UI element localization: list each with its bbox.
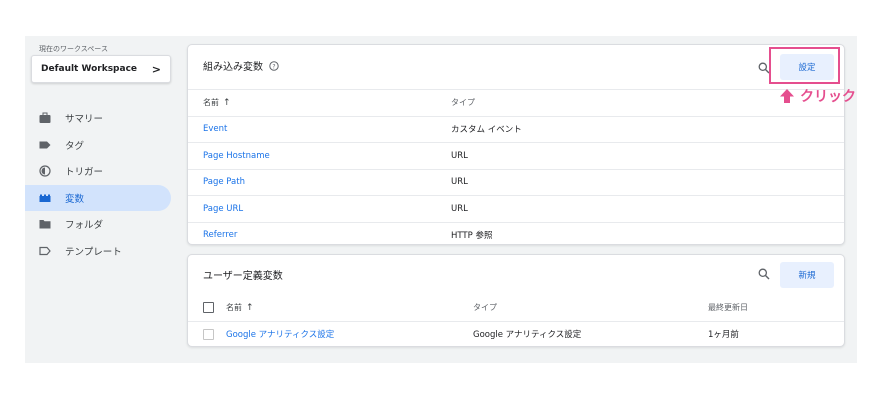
table-row: Google アナリティクス設定 Google アナリティクス設定 1ヶ月前 <box>188 320 844 348</box>
table-row: Event カスタム イベント <box>188 115 844 143</box>
sidebar-item-folders[interactable]: フォルダ <box>25 211 171 238</box>
card-title-text: 組み込み変数 <box>203 62 263 73</box>
sidebar-item-templates[interactable]: テンプレート <box>25 238 171 265</box>
table-row: Referrer HTTP 参照 <box>188 221 844 249</box>
workspace-label: 現在のワークスペース <box>39 45 108 53</box>
briefcase-icon <box>38 112 52 124</box>
variable-link[interactable]: Page Hostname <box>203 151 270 161</box>
chevron-right-icon: > <box>151 62 161 76</box>
column-header-type: タイプ <box>451 98 475 108</box>
new-variable-button[interactable]: 新規 <box>780 262 834 288</box>
user-defined-variables-title: ユーザー定義変数 <box>203 271 283 282</box>
variable-updated: 1ヶ月前 <box>708 330 739 341</box>
help-icon[interactable]: ? <box>269 60 279 71</box>
sidebar-item-label: 変数 <box>65 193 85 205</box>
svg-text:?: ? <box>272 63 275 70</box>
variable-type: カスタム イベント <box>451 125 522 136</box>
variable-type: HTTP 参照 <box>451 231 493 242</box>
sidebar-item-label: トリガー <box>65 167 104 179</box>
template-icon <box>38 245 52 257</box>
tag-icon <box>38 139 52 151</box>
variable-link[interactable]: Google アナリティクス設定 <box>226 328 334 340</box>
sidebar-item-summary[interactable]: サマリー <box>25 105 171 132</box>
table-row: Page Path URL <box>188 168 844 196</box>
variable-link[interactable]: Page URL <box>203 204 243 214</box>
sidebar-item-label: タグ <box>65 140 85 152</box>
select-all-checkbox[interactable] <box>203 301 214 313</box>
sort-arrow-icon: ↑ <box>246 302 254 313</box>
variable-type: URL <box>451 203 468 214</box>
workspace-name: Default Workspace <box>41 64 138 74</box>
sidebar-item-variables[interactable]: 変数 <box>25 184 171 211</box>
sidebar-item-label: フォルダ <box>65 220 104 232</box>
sidebar-nav: サマリー タグ トリガー 変数 フォルダ テンプレート <box>25 105 171 264</box>
user-defined-variables-card: ユーザー定義変数 新規 名前 ↑ タイプ 最終更新日 Google アナリティクス… <box>187 254 845 347</box>
sidebar-item-tags[interactable]: タグ <box>25 132 171 159</box>
sidebar-item-label: サマリー <box>65 114 104 126</box>
sidebar-item-label: テンプレート <box>65 246 122 258</box>
gtm-app: 現在のワークスペース Default Workspace > サマリー タグ ト… <box>25 36 857 363</box>
sidebar-item-triggers[interactable]: トリガー <box>25 158 171 185</box>
builtin-variables-title: 組み込み変数 ? <box>203 58 279 73</box>
column-header-updated: 最終更新日 <box>708 302 748 312</box>
builtin-variables-card: 組み込み変数 ? 設定 名前 ↑ タイプ Event カスタム イベント Page… <box>187 44 845 245</box>
row-checkbox[interactable] <box>203 328 214 340</box>
variable-link[interactable]: Page Path <box>203 177 245 187</box>
workspace-selector[interactable]: Default Workspace > <box>31 55 171 83</box>
table-header: 名前 ↑ タイプ 最終更新日 <box>188 294 844 321</box>
variables-icon <box>38 192 52 204</box>
trigger-icon <box>38 165 52 177</box>
variable-type: URL <box>451 150 468 161</box>
search-icon[interactable] <box>758 265 770 280</box>
click-annotation-text: クリック <box>800 89 856 105</box>
column-header-name[interactable]: 名前 ↑ <box>203 97 231 108</box>
column-header-name[interactable]: 名前 ↑ <box>226 302 254 313</box>
arrow-up-icon <box>780 89 794 103</box>
variable-type: Google アナリティクス設定 <box>473 330 582 341</box>
folder-icon <box>38 218 52 230</box>
variable-link[interactable]: Referrer <box>203 230 237 240</box>
table-header: 名前 ↑ タイプ <box>188 89 844 116</box>
variable-link[interactable]: Event <box>203 124 227 134</box>
column-name-label: 名前 <box>203 98 219 108</box>
variable-type: URL <box>451 177 468 188</box>
column-header-type: タイプ <box>473 302 497 312</box>
click-annotation: クリック <box>779 86 856 106</box>
column-name-label: 名前 <box>226 302 242 312</box>
table-row: Page URL URL <box>188 195 844 222</box>
highlight-box <box>769 47 840 84</box>
table-row: Page Hostname URL <box>188 142 844 169</box>
sort-arrow-icon: ↑ <box>223 98 231 109</box>
